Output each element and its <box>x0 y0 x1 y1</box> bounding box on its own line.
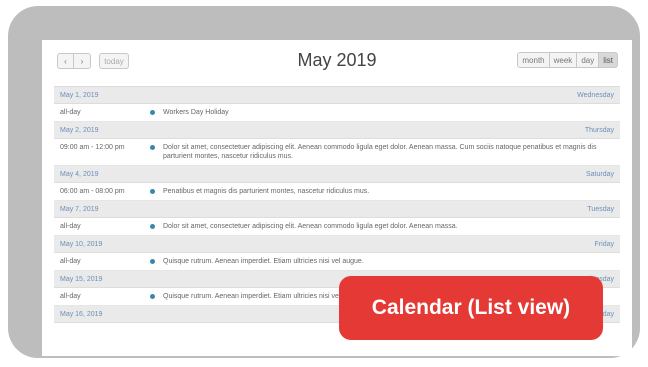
event-dot-icon <box>150 145 155 150</box>
day-header: May 7, 2019 Tuesday <box>54 201 620 218</box>
list-view-button[interactable]: list <box>599 52 618 68</box>
event-time: all-day <box>60 109 81 116</box>
day-weekday[interactable]: Saturday <box>586 171 614 178</box>
event-row[interactable]: all-day Quisque rutrum. Aenean imperdiet.… <box>54 253 620 271</box>
day-date[interactable]: May 15, 2019 <box>60 276 102 283</box>
day-header: May 2, 2019 Thursday <box>54 122 620 139</box>
event-row[interactable]: all-day Workers Day Holiday <box>54 104 620 122</box>
day-date[interactable]: May 7, 2019 <box>60 206 99 213</box>
week-view-button[interactable]: week <box>549 52 578 68</box>
day-view-button[interactable]: day <box>577 52 600 68</box>
view-switcher: month week day list <box>517 52 618 68</box>
event-dot-icon <box>150 110 155 115</box>
event-title[interactable]: Quisque rutrum. Aenean imperdiet. Etiam … <box>163 257 614 266</box>
event-row[interactable]: 09:00 am - 12:00 pm Dolor sit amet, conse… <box>54 139 620 166</box>
event-title[interactable]: Dolor sit amet, consectetuer adipiscing … <box>163 143 614 161</box>
day-weekday[interactable]: Thursday <box>585 127 614 134</box>
event-time: 09:00 am - 12:00 pm <box>60 144 125 151</box>
event-time: 06:00 am - 08:00 pm <box>60 188 125 195</box>
day-weekday[interactable]: Tuesday <box>587 206 614 213</box>
day-header: May 1, 2019 Wednesday <box>54 87 620 104</box>
day-weekday[interactable]: Wednesday <box>577 92 614 99</box>
event-time: all-day <box>60 293 81 300</box>
day-date[interactable]: May 10, 2019 <box>60 241 102 248</box>
day-date[interactable]: May 4, 2019 <box>60 171 99 178</box>
caption-badge: Calendar (List view) <box>339 276 603 340</box>
event-title[interactable]: Penatibus et magnis dis parturient monte… <box>163 187 614 196</box>
day-weekday[interactable]: Friday <box>595 241 614 248</box>
event-row[interactable]: all-day Dolor sit amet, consectetuer adip… <box>54 218 620 236</box>
day-date[interactable]: May 16, 2019 <box>60 311 102 318</box>
day-date[interactable]: May 1, 2019 <box>60 92 99 99</box>
event-row[interactable]: 06:00 am - 08:00 pm Penatibus et magnis d… <box>54 183 620 201</box>
event-title[interactable]: Dolor sit amet, consectetuer adipiscing … <box>163 222 614 231</box>
month-view-button[interactable]: month <box>517 52 550 68</box>
calendar-toolbar: ‹ › today May 2019 month week day list <box>42 40 632 82</box>
event-title[interactable]: Workers Day Holiday <box>163 108 614 117</box>
day-date[interactable]: May 2, 2019 <box>60 127 99 134</box>
event-dot-icon <box>150 224 155 229</box>
event-time: all-day <box>60 258 81 265</box>
event-dot-icon <box>150 294 155 299</box>
event-dot-icon <box>150 189 155 194</box>
day-header: May 4, 2019 Saturday <box>54 166 620 183</box>
event-time: all-day <box>60 223 81 230</box>
day-header: May 10, 2019 Friday <box>54 236 620 253</box>
event-dot-icon <box>150 259 155 264</box>
